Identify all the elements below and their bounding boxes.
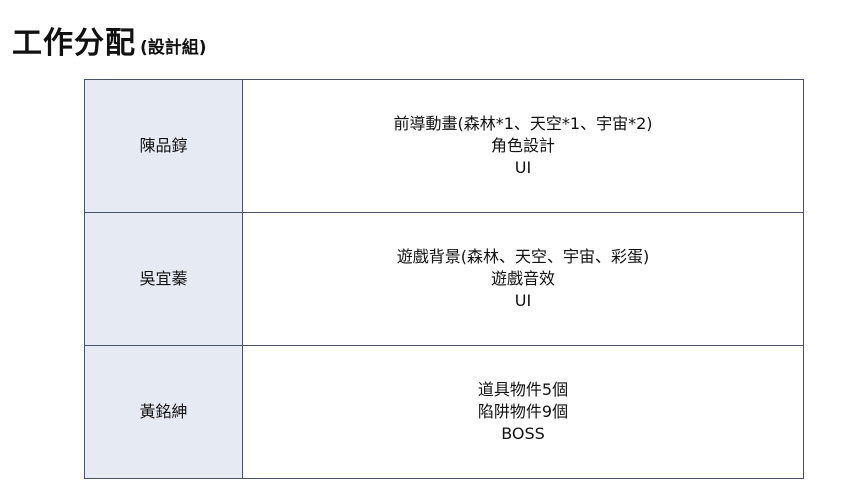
task-item: BOSS xyxy=(501,424,545,443)
task-item: 道具物件5個 xyxy=(477,380,569,399)
member-name-cell: 黃銘紳 xyxy=(84,345,243,479)
task-item: 角色設計 xyxy=(490,136,555,155)
member-tasks-cell: 遊戲背景(森林、天空、宇宙、彩蛋) 遊戲音效 UI xyxy=(242,212,804,346)
assignment-table: 陳品錞 前導動畫(森林*1、天空*1、宇宙*2) 角色設計 UI 吳宜蓁 遊戲背… xyxy=(84,79,804,479)
table-row: 陳品錞 前導動畫(森林*1、天空*1、宇宙*2) 角色設計 UI xyxy=(84,79,804,213)
task-item: 遊戲音效 xyxy=(490,269,555,288)
member-tasks-cell: 道具物件5個 陷阱物件9個 BOSS xyxy=(242,345,804,479)
member-name-cell: 吳宜蓁 xyxy=(84,212,243,346)
member-name-cell: 陳品錞 xyxy=(84,79,243,213)
title-subtitle: (設計組) xyxy=(140,38,207,58)
task-item: UI xyxy=(514,158,532,177)
task-item: 遊戲背景(森林、天空、宇宙、彩蛋) xyxy=(396,247,650,266)
table-row: 吳宜蓁 遊戲背景(森林、天空、宇宙、彩蛋) 遊戲音效 UI xyxy=(84,212,804,346)
table-row: 黃銘紳 道具物件5個 陷阱物件9個 BOSS xyxy=(84,345,804,479)
member-tasks-cell: 前導動畫(森林*1、天空*1、宇宙*2) 角色設計 UI xyxy=(242,79,804,213)
task-item: 陷阱物件9個 xyxy=(477,402,569,421)
task-item: 前導動畫(森林*1、天空*1、宇宙*2) xyxy=(393,114,653,133)
member-name: 陳品錞 xyxy=(139,136,188,155)
page-title: 工作分配 (設計組) xyxy=(12,18,207,62)
task-item: UI xyxy=(514,291,532,310)
title-main: 工作分配 xyxy=(12,26,136,61)
member-name: 吳宜蓁 xyxy=(139,269,188,288)
member-name: 黃銘紳 xyxy=(139,402,188,421)
